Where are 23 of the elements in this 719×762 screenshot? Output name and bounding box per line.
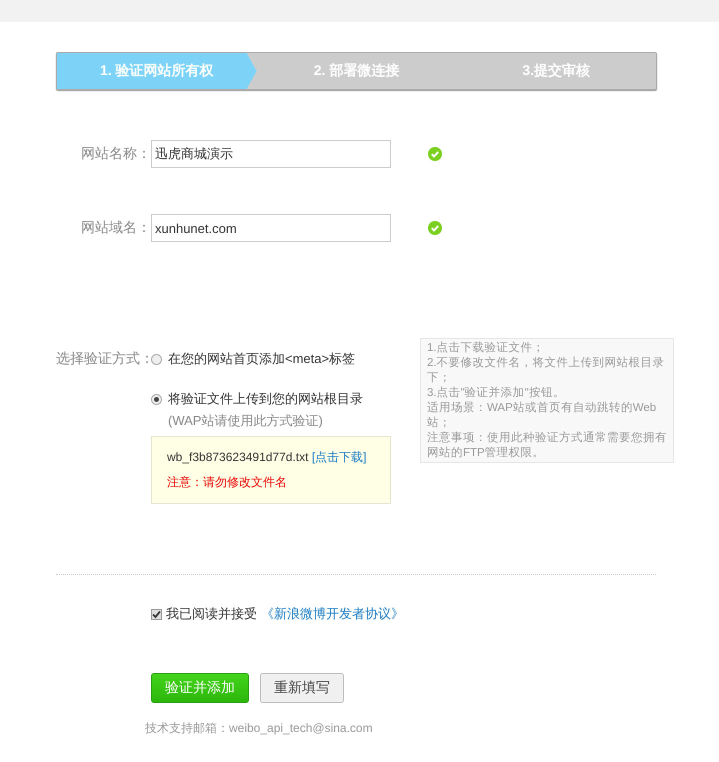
field-label: 网站名称： bbox=[80, 145, 151, 163]
warning-text: 注意：请勿修改文件名 bbox=[167, 474, 288, 491]
support-email: 技术支持邮箱：weibo_api_tech@sina.com bbox=[145, 720, 374, 737]
radio-option[interactable]: 在您的网站首页添加<meta>标签 bbox=[151, 350, 356, 368]
radio-option[interactable]: 将验证文件上传到您的网站根目录 bbox=[151, 390, 363, 408]
file-name: wb_f3b873623491d77d.txt [点击下载] bbox=[167, 449, 368, 466]
help-text: 1.点击下载验证文件； bbox=[427, 341, 546, 356]
help-text: 注意事项：使用此种验证方式通常需要您拥有网站的FTP管理权限。 bbox=[427, 431, 667, 461]
reset-button[interactable]: 重新填写 bbox=[260, 673, 344, 703]
agreement-link[interactable]: 《新浪微博开发者协议》 bbox=[261, 605, 404, 623]
agreement-text: 我已阅读并接受 bbox=[166, 605, 257, 623]
download-link[interactable]: [点击下载] bbox=[312, 450, 366, 464]
help-text: 适用场景：WAP站或首页有自动跳转的Web站； bbox=[427, 401, 658, 431]
radio-icon[interactable] bbox=[151, 354, 162, 364]
field-label: 网站域名： bbox=[80, 219, 151, 237]
help-text: 3.点击"验证并添加"按钮。 bbox=[427, 386, 566, 401]
help-text: 2.不要修改文件名，将文件上传到网站根目录下； bbox=[427, 356, 666, 386]
field-label: 选择验证方式： bbox=[56, 350, 151, 368]
radio-icon[interactable] bbox=[151, 394, 162, 404]
checkbox[interactable] bbox=[151, 608, 162, 620]
input-field[interactable]: xunhunet.com bbox=[151, 214, 391, 242]
option-note: (WAP站请使用此方式验证) bbox=[168, 412, 324, 430]
input-field[interactable]: 迅虎商城演示 bbox=[151, 140, 391, 168]
